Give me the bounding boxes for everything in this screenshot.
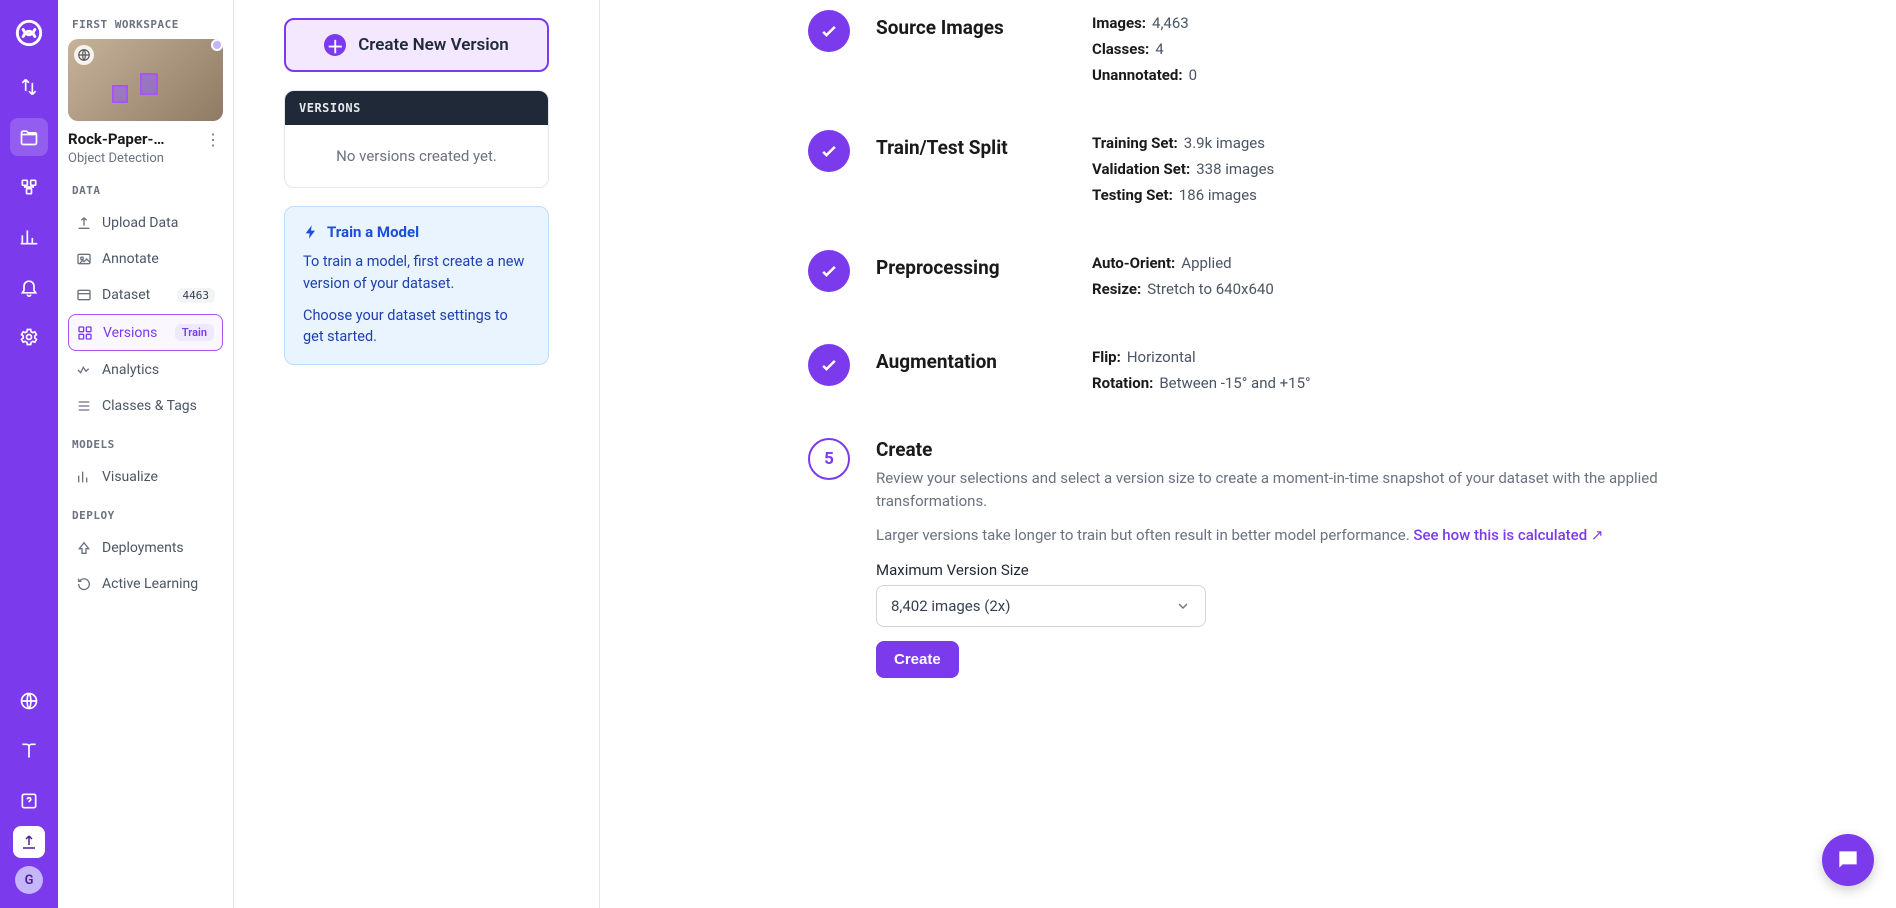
section-data: DATA <box>72 184 219 197</box>
chat-fab[interactable] <box>1822 834 1874 886</box>
sidebar-item-classes[interactable]: Classes & Tags <box>68 389 223 423</box>
check-icon <box>808 10 850 52</box>
project-menu-button[interactable]: ⋮ <box>203 129 223 149</box>
info-title: Train a Model <box>327 223 419 241</box>
create-new-version-button[interactable]: ＋ Create New Version <box>284 18 549 72</box>
versions-column: ＋ Create New Version VERSIONS No version… <box>234 0 600 908</box>
version-size-select[interactable]: 8,402 images (2x) <box>876 585 1206 627</box>
help-icon[interactable] <box>10 782 48 820</box>
project-thumbnail[interactable] <box>68 39 223 121</box>
versions-empty-state: No versions created yet. <box>285 125 548 187</box>
version-size-label: Maximum Version Size <box>876 561 1688 579</box>
user-avatar[interactable]: G <box>15 866 43 894</box>
info-text-1: To train a model, first create a new ver… <box>303 251 530 295</box>
models-icon[interactable] <box>10 168 48 206</box>
check-icon <box>808 250 850 292</box>
status-dot <box>211 39 223 51</box>
sidebar-item-versions[interactable]: Versions Train <box>68 314 223 351</box>
workspace-label: FIRST WORKSPACE <box>72 18 219 31</box>
step-title: Preprocessing <box>876 250 1066 306</box>
notifications-icon[interactable] <box>10 268 48 306</box>
sidebar-item-deployments[interactable]: Deployments <box>68 531 223 565</box>
logo[interactable] <box>10 14 48 52</box>
sidebar-item-label: Versions <box>103 325 157 341</box>
step-preprocessing: Preprocessing Auto-Orient:Applied Resize… <box>808 250 1688 306</box>
sidebar-item-label: Analytics <box>102 362 159 378</box>
versions-card-header: VERSIONS <box>285 91 548 125</box>
versions-list-card: VERSIONS No versions created yet. <box>284 90 549 188</box>
step-train-test-split: Train/Test Split Training Set:3.9k image… <box>808 130 1688 212</box>
check-icon <box>808 130 850 172</box>
sidebar-item-dataset[interactable]: Dataset 4463 <box>68 278 223 312</box>
create-new-version-label: Create New Version <box>358 35 509 55</box>
info-header: Train a Model <box>303 223 530 241</box>
section-models: MODELS <box>72 438 219 451</box>
step-create: 5 Create Review your selections and sele… <box>808 438 1688 678</box>
info-text-2: Choose your dataset settings to get star… <box>303 305 530 349</box>
sidebar-item-label: Visualize <box>102 469 158 485</box>
globe-icon <box>74 45 94 65</box>
step-augmentation: Augmentation Flip:Horizontal Rotation:Be… <box>808 344 1688 400</box>
settings-icon[interactable] <box>10 318 48 356</box>
step-title: Augmentation <box>876 344 1066 400</box>
project-type: Object Detection <box>68 151 223 166</box>
sidebar-item-label: Active Learning <box>102 576 198 592</box>
sidebar-item-label: Dataset <box>102 287 150 303</box>
sidebar-item-visualize[interactable]: Visualize <box>68 460 223 494</box>
project-name: Rock-Paper-… <box>68 130 197 148</box>
analytics-icon[interactable] <box>10 218 48 256</box>
sidebar-item-label: Classes & Tags <box>102 398 197 414</box>
create-button[interactable]: Create <box>876 641 959 678</box>
sidebar-item-label: Deployments <box>102 540 184 556</box>
sidebar-item-upload[interactable]: Upload Data <box>68 206 223 240</box>
project-icon[interactable] <box>10 118 48 156</box>
project-sidebar: FIRST WORKSPACE Rock-Paper-… ⋮ Object De… <box>58 0 234 908</box>
sidebar-item-annotate[interactable]: Annotate <box>68 242 223 276</box>
main-content: Source Images Images:4,463 Classes:4 Una… <box>600 0 1896 908</box>
docs-icon[interactable] <box>10 732 48 770</box>
sidebar-item-label: Upload Data <box>102 215 178 231</box>
step-title: Train/Test Split <box>876 130 1066 212</box>
create-description-1: Review your selections and select a vers… <box>876 467 1688 514</box>
version-size-value: 8,402 images (2x) <box>891 597 1010 615</box>
train-pill: Train <box>175 324 214 341</box>
sidebar-item-active-learning[interactable]: Active Learning <box>68 567 223 601</box>
sidebar-item-analytics[interactable]: Analytics <box>68 353 223 387</box>
sidebar-item-label: Annotate <box>102 251 159 267</box>
step-title: Source Images <box>876 10 1066 92</box>
section-deploy: DEPLOY <box>72 509 219 522</box>
nav-rail: G <box>0 0 58 908</box>
bolt-icon <box>303 224 319 240</box>
calc-link[interactable]: See how this is calculated ↗ <box>1413 526 1603 544</box>
step-number: 5 <box>808 438 850 480</box>
chat-icon <box>1835 847 1861 873</box>
dataset-count-badge: 4463 <box>177 288 216 303</box>
step-title: Create <box>876 438 1688 461</box>
check-icon <box>808 344 850 386</box>
explore-icon[interactable] <box>10 682 48 720</box>
upload-icon[interactable] <box>13 826 45 858</box>
plus-icon: ＋ <box>324 34 346 56</box>
chevron-down-icon <box>1175 598 1191 614</box>
step-source-images: Source Images Images:4,463 Classes:4 Una… <box>808 10 1688 92</box>
train-model-info-card: Train a Model To train a model, first cr… <box>284 206 549 365</box>
transfer-icon[interactable] <box>10 68 48 106</box>
create-description-2: Larger versions take longer to train but… <box>876 524 1688 547</box>
